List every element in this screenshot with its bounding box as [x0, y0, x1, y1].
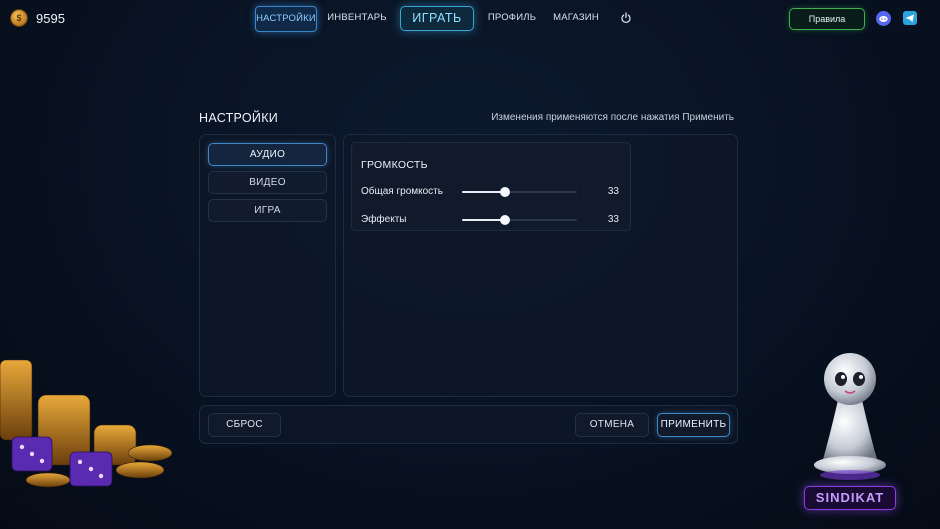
rules-button[interactable]: Правила [789, 8, 865, 30]
coins-dice-decoration [0, 359, 173, 488]
category-game[interactable]: ИГРА [208, 199, 327, 222]
master-volume-fill [462, 191, 505, 193]
brand-logo: SINDIKAT [804, 486, 896, 510]
category-panel: АУДИО ВИДЕО ИГРА [199, 134, 336, 397]
effects-volume-slider[interactable] [462, 215, 577, 225]
category-audio[interactable]: АУДИО [208, 143, 327, 166]
nav-shop[interactable]: МАГАЗИН [549, 6, 603, 30]
nav-inventory[interactable]: ИНВЕНТАРЬ [327, 6, 387, 30]
apply-button[interactable]: ПРИМЕНИТЬ [657, 413, 730, 437]
category-video[interactable]: ВИДЕО [208, 171, 327, 194]
effects-volume-thumb[interactable] [499, 215, 510, 225]
effects-volume-value: 33 [607, 214, 619, 225]
effects-volume-label: Эффекты [361, 214, 407, 225]
power-icon[interactable] [620, 12, 632, 24]
discord-icon[interactable] [876, 11, 891, 26]
settings-content-panel: ГРОМКОСТЬ Общая громкость 33 Эффекты 33 [343, 134, 738, 397]
cancel-button[interactable]: ОТМЕНА [575, 413, 649, 437]
master-volume-slider[interactable] [462, 187, 577, 197]
reset-button[interactable]: СБРОС [208, 413, 281, 437]
page-title: НАСТРОЙКИ [199, 111, 279, 125]
volume-card: ГРОМКОСТЬ Общая громкость 33 Эффекты 33 [351, 142, 631, 231]
actions-bar: СБРОС ОТМЕНА ПРИМЕНИТЬ [199, 405, 738, 444]
effects-volume-fill [462, 219, 505, 221]
master-volume-thumb[interactable] [499, 187, 510, 197]
nav-settings[interactable]: НАСТРОЙКИ [255, 6, 317, 32]
volume-title: ГРОМКОСТЬ [361, 159, 428, 171]
play-button[interactable]: ИГРАТЬ [400, 6, 474, 31]
telegram-icon[interactable] [903, 11, 917, 25]
nav-profile[interactable]: ПРОФИЛЬ [484, 6, 540, 30]
top-bar: $ 9595 НАСТРОЙКИ ИНВЕНТАРЬ ИГРАТЬ ПРОФИЛ… [0, 0, 940, 38]
master-volume-value: 33 [607, 186, 619, 197]
apply-hint: Изменения применяются после нажатия Прим… [491, 112, 734, 123]
coin-icon: $ [11, 10, 27, 26]
master-volume-label: Общая громкость [361, 186, 443, 197]
coin-balance: 9595 [36, 11, 65, 26]
